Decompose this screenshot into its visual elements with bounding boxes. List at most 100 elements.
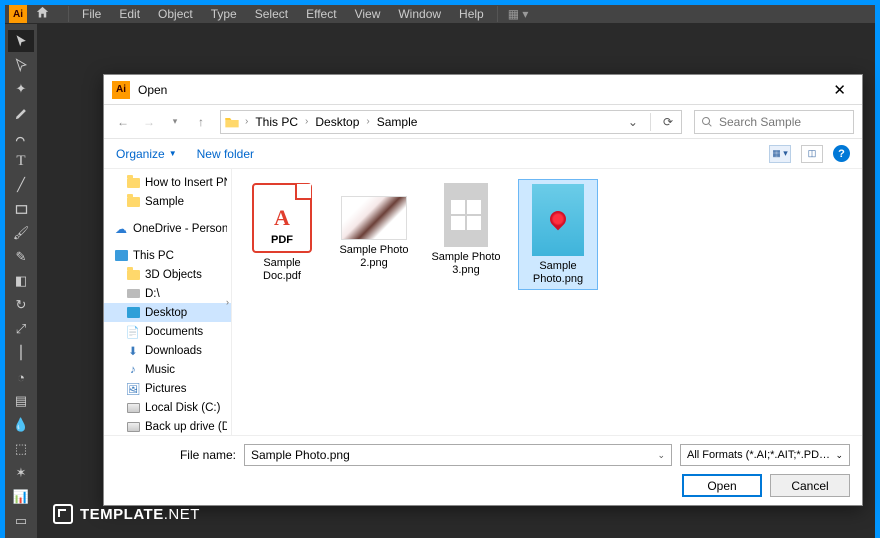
crumb-this-pc[interactable]: This PC (252, 113, 301, 131)
pc-icon (114, 249, 128, 263)
pencil-tool-icon[interactable]: ✎ (8, 246, 34, 268)
home-icon[interactable] (35, 5, 50, 23)
layout-grid-icon[interactable]: ▦ ▾ (508, 7, 529, 21)
tree-item[interactable]: D:\ (104, 284, 231, 303)
preview-pane-icon[interactable]: ◫ (801, 145, 823, 163)
cloud-icon: ☁ (114, 222, 128, 236)
nav-forward-icon[interactable]: → (138, 111, 160, 133)
chevron-right-icon: › (226, 297, 229, 307)
illustrator-window: Ai File Edit Object Type Select Effect V… (5, 5, 875, 533)
rotate-tool-icon[interactable]: ↻ (8, 294, 34, 316)
tree-item[interactable]: ⬇Downloads (104, 341, 231, 360)
open-file-dialog: Ai Open ✕ ← → ▾ ↑ › This PC › (103, 74, 863, 506)
crumb-desktop[interactable]: Desktop (312, 113, 362, 131)
image-thumb-icon (532, 184, 584, 256)
tree-item-label: Back up drive (D:) (145, 421, 227, 433)
menu-help[interactable]: Help (450, 7, 493, 21)
file-name-label: Sample Photo.png (523, 260, 593, 285)
file-name-label: Sample Photo 3.png (430, 251, 502, 276)
doc-icon: 📄 (126, 325, 140, 339)
tree-item-label: Documents (145, 326, 203, 338)
dialog-titlebar: Ai Open ✕ (104, 75, 862, 105)
tree-item[interactable]: How to Insert PNG (104, 173, 231, 192)
format-filter-select[interactable]: All Formats (*.AI;*.AIT;*.PDF;*.DXF...)⌄ (680, 444, 850, 466)
menu-view[interactable]: View (346, 7, 390, 21)
tree-item[interactable]: Desktop (104, 303, 231, 322)
path-dropdown-icon[interactable]: ⌄ (622, 115, 644, 129)
tree-item-label: Desktop (145, 307, 187, 319)
breadcrumb[interactable]: › This PC › Desktop › Sample ⌄ ⟳ (220, 110, 682, 134)
tree-item[interactable]: Back up drive (D:) (104, 417, 231, 435)
tree-item[interactable]: ☁ OneDrive - Personal (104, 219, 231, 238)
magic-wand-tool-icon[interactable]: ✦ (8, 78, 34, 100)
nav-up-icon[interactable]: ↑ (190, 111, 212, 133)
menubar: Ai File Edit Object Type Select Effect V… (5, 5, 875, 24)
cancel-button[interactable]: Cancel (770, 474, 850, 497)
tree-item[interactable]: This PC› (104, 246, 231, 265)
tree-item[interactable]: 📄 Documents (104, 322, 231, 341)
nav-back-icon[interactable]: ← (112, 111, 134, 133)
tree-item[interactable]: Sample (104, 192, 231, 211)
eyedropper-tool-icon[interactable]: 💧 (8, 414, 34, 436)
folder-icon (223, 113, 241, 131)
new-folder-button[interactable]: New folder (197, 147, 254, 161)
curvature-tool-icon[interactable] (8, 126, 34, 148)
symbol-tool-icon[interactable]: ✶ (8, 462, 34, 484)
blend-tool-icon[interactable]: ⬚ (8, 438, 34, 460)
crumb-sample[interactable]: Sample (374, 113, 421, 131)
folder-tree: How to Insert PNG Sample ☁ OneDrive - Perso… (104, 169, 232, 435)
search-input[interactable]: Search Sample (694, 110, 854, 134)
file-grid: APDFSample Doc.pdfSample Photo 2.png Samp… (232, 169, 862, 435)
app-logo-icon: Ai (9, 5, 27, 23)
tree-item-label: 3D Objects (145, 269, 202, 281)
selection-tool-icon[interactable] (8, 30, 34, 52)
menu-file[interactable]: File (73, 7, 110, 21)
tree-item-label: OneDrive - Personal (133, 223, 227, 235)
dialog-toolbar: Organize ▼ New folder ▦ ▾ ◫ ? (104, 139, 862, 169)
disk-icon (126, 420, 140, 434)
filename-input[interactable]: Sample Photo.png⌄ (244, 444, 672, 466)
pen-tool-icon[interactable] (8, 102, 34, 124)
tree-item-label: Music (145, 364, 175, 376)
file-item[interactable]: Sample Photo 3.png (426, 179, 506, 280)
view-mode-icon[interactable]: ▦ ▾ (769, 145, 791, 163)
tree-item-label: Sample (145, 196, 184, 208)
file-name-label: Sample Doc.pdf (246, 257, 318, 282)
open-button[interactable]: Open (682, 474, 762, 497)
tree-item[interactable]: 3D Objects (104, 265, 231, 284)
close-icon[interactable]: ✕ (825, 79, 854, 101)
scale-tool-icon[interactable]: ⤢ (8, 318, 34, 340)
menu-window[interactable]: Window (389, 7, 450, 21)
menu-object[interactable]: Object (149, 7, 202, 21)
width-tool-icon[interactable]: ⎮ (8, 342, 34, 364)
file-item[interactable]: APDFSample Doc.pdf (242, 179, 322, 286)
shape-builder-tool-icon[interactable]: ◔ (8, 366, 34, 388)
menu-effect[interactable]: Effect (297, 7, 345, 21)
type-tool-icon[interactable]: T (8, 150, 34, 172)
menu-edit[interactable]: Edit (110, 7, 149, 21)
gradient-tool-icon[interactable]: ▤ (8, 390, 34, 412)
disk-icon (126, 401, 140, 415)
tree-item-label: D:\ (145, 288, 160, 300)
paintbrush-tool-icon[interactable]: 🖌 (8, 222, 34, 244)
direct-selection-tool-icon[interactable] (8, 54, 34, 76)
refresh-icon[interactable]: ⟳ (657, 115, 679, 129)
organize-button[interactable]: Organize ▼ (116, 147, 177, 161)
dialog-footer: File name: Sample Photo.png⌄ All Formats… (104, 435, 862, 505)
help-icon[interactable]: ? (833, 145, 850, 162)
menu-select[interactable]: Select (246, 7, 297, 21)
tree-item-label: This PC (133, 250, 174, 262)
tree-item[interactable]: 🖼Pictures (104, 379, 231, 398)
artboard-tool-icon[interactable]: ▭ (8, 510, 34, 532)
file-item[interactable]: Sample Photo 2.png (334, 179, 414, 273)
tree-item[interactable]: Local Disk (C:) (104, 398, 231, 417)
eraser-tool-icon[interactable]: ◧ (8, 270, 34, 292)
graph-tool-icon[interactable]: 📊 (8, 486, 34, 508)
tree-item-label: Pictures (145, 383, 187, 395)
tree-item[interactable]: ♪Music (104, 360, 231, 379)
chevron-down-icon[interactable]: ▾ (164, 111, 186, 133)
line-tool-icon[interactable]: ╱ (8, 174, 34, 196)
file-item[interactable]: Sample Photo.png (518, 179, 598, 290)
menu-type[interactable]: Type (202, 7, 246, 21)
rectangle-tool-icon[interactable] (8, 198, 34, 220)
